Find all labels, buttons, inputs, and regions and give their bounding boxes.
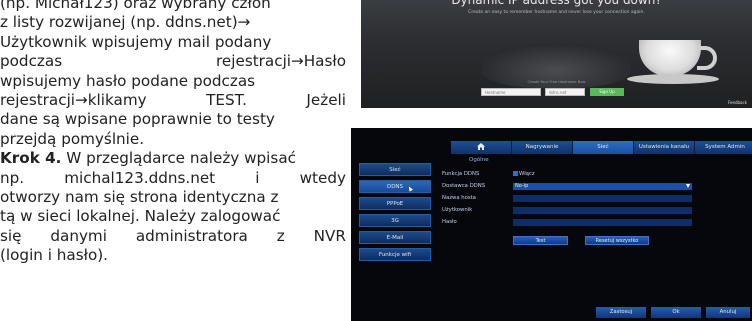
label-ddns-function: Funkcja DDNS: [442, 171, 480, 177]
word: Jeżeli: [306, 90, 346, 109]
sidebar-item-pppoe[interactable]: PPPoE: [359, 197, 431, 210]
nvr-ddns-settings-screenshot: Nagrywanie Sieć Ustawienia kanału System…: [351, 128, 752, 321]
word: michal123.ddns.net: [64, 168, 216, 187]
checkbox-checked-icon: [513, 171, 518, 176]
ok-button[interactable]: Ok: [651, 307, 701, 318]
label-password: Hasło: [442, 219, 457, 225]
text-line: Użytkownik wpisujemy mail podany: [0, 32, 272, 51]
step-text: W przeglądarce należy wpisać: [61, 149, 296, 168]
provider-value: No-ip: [515, 183, 529, 189]
label-hostname: Nazwa hosta: [442, 195, 476, 201]
word: administratora: [135, 226, 248, 245]
test-button[interactable]: Test: [513, 236, 568, 245]
sidebar-item-wifi[interactable]: Funkcje wifi: [359, 248, 431, 261]
ddns-provider-select[interactable]: No-ip: [513, 183, 692, 190]
enable-label: Włącz: [519, 171, 535, 177]
sidebar-item-network[interactable]: Sieć: [359, 163, 431, 176]
feedback-button[interactable]: Feedback: [724, 99, 750, 106]
text-line: (login i hasło).: [0, 246, 109, 265]
chevron-down-icon: [686, 184, 690, 188]
text-line: podczas rejestracji→Hasło: [0, 52, 346, 71]
tab-network[interactable]: Sieć: [573, 141, 634, 154]
ddns-enable-checkbox[interactable]: Włącz: [513, 171, 535, 177]
word: wtedy: [299, 168, 346, 187]
text-line: rejestracji→klikamy TEST. Jeżeli: [0, 91, 346, 110]
sidebar-item-email[interactable]: E-Mail: [359, 231, 431, 244]
tab-channel-settings[interactable]: Ustawienia kanału: [634, 141, 695, 154]
word: np.: [0, 168, 25, 187]
signup-button[interactable]: Sign Up: [590, 88, 624, 96]
text-line: otworzy nam się strona identyczna z: [0, 187, 279, 206]
word: TEST.: [206, 90, 247, 109]
text-line: dane są wpisane poprawnie to testy: [0, 110, 275, 129]
hostname-field[interactable]: [513, 195, 692, 202]
sidebar-item-ddns[interactable]: DDNS: [359, 180, 431, 193]
word: z: [276, 226, 285, 245]
word: danymi: [50, 226, 107, 245]
word: rejestracji→Hasło: [216, 52, 346, 71]
text-line: z listy rozwijanej (np. ddns.net)→: [0, 13, 251, 32]
step-label: Krok 4.: [0, 149, 62, 168]
coffee-cup-image: [639, 40, 701, 76]
text-line: wpisujemy hasło podane podczas: [0, 71, 256, 90]
password-field[interactable]: [513, 219, 692, 226]
signup-form-label: Create Your Free Hostname Now: [527, 80, 586, 84]
noip-website-screenshot: Dynamic IP address got you down? Create …: [361, 0, 752, 108]
hero-headline: Dynamic IP address got you down?: [451, 0, 662, 7]
reset-all-button[interactable]: Resetuj wszystko: [585, 236, 649, 245]
text-line: Krok 4. W przeglądarce należy wpisać: [0, 149, 346, 168]
word: się: [0, 226, 22, 245]
tab-recording[interactable]: Nagrywanie: [512, 141, 573, 154]
text-line: tą w sieci lokalnej. Należy zalogować: [0, 207, 281, 226]
text-line: (np. Michał123) oraz wybrany człon: [0, 0, 271, 12]
text-line: przejdą pomyślnie.: [0, 129, 145, 148]
hostname-input[interactable]: Hostname: [481, 88, 541, 96]
text-line: np. michal123.ddns.net i wtedy: [0, 169, 346, 188]
sidebar-item-3g[interactable]: 3G: [359, 214, 431, 227]
cancel-button[interactable]: Anuluj: [706, 307, 750, 318]
word: rejestracji→klikamy: [0, 90, 147, 109]
word: NVR: [313, 226, 346, 245]
section-title: Ogólne: [469, 157, 489, 163]
label-username: Użytkownik: [442, 207, 473, 213]
home-icon: [477, 143, 485, 150]
text-line: się danymi administratora z NVR: [0, 227, 346, 246]
coffee-cup-handle: [697, 46, 717, 70]
hero-subtitle: Create an easy to remember hostname and …: [468, 10, 645, 15]
word: i: [255, 168, 260, 187]
word: podczas: [0, 52, 63, 71]
username-field[interactable]: [513, 207, 692, 214]
apply-button[interactable]: Zastosuj: [596, 307, 646, 318]
label-ddns-provider: Dostawca DDNS: [442, 183, 486, 189]
tab-system-admin[interactable]: System Admin: [695, 141, 752, 154]
tab-home[interactable]: [451, 141, 512, 154]
instruction-text: (np. Michał123) oraz wybrany człon z lis…: [0, 0, 346, 265]
domain-select[interactable]: ddns.net: [545, 88, 585, 96]
nvr-tab-bar: Nagrywanie Sieć Ustawienia kanału System…: [451, 141, 752, 154]
